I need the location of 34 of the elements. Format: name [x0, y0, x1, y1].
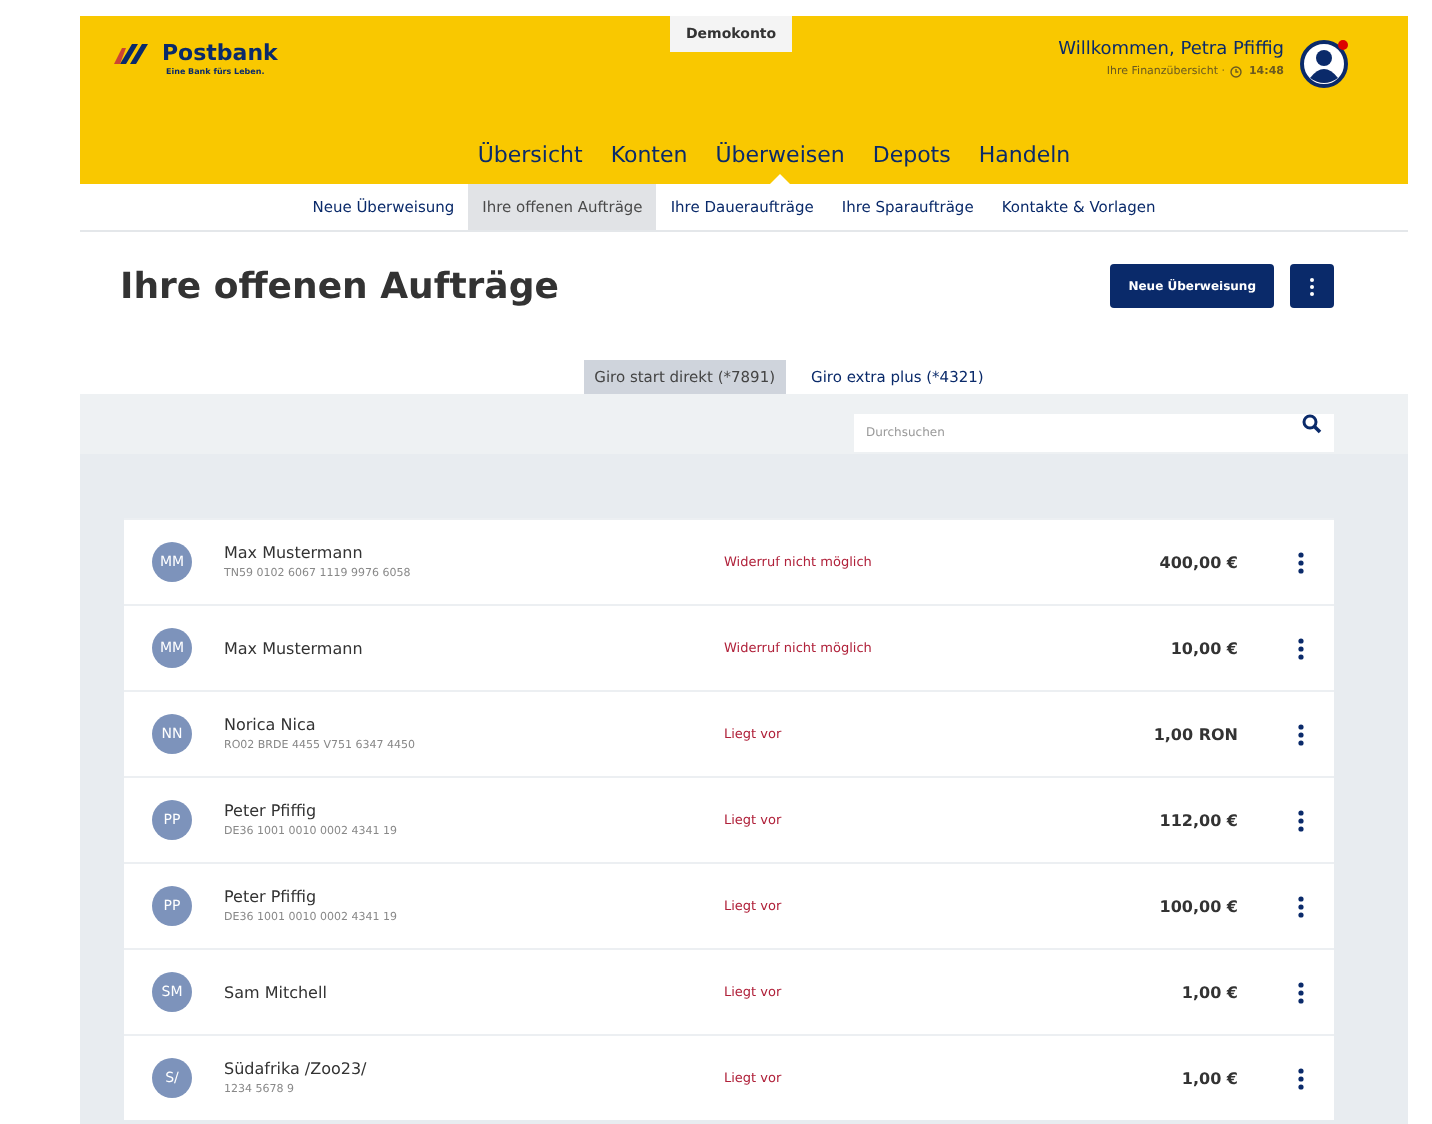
order-amount: 1,00 RON	[1151, 725, 1238, 743]
user-avatar-icon[interactable]	[1300, 40, 1348, 88]
main-nav-item[interactable]: Übersicht	[477, 142, 583, 184]
main-nav-item[interactable]: Überweisen	[715, 142, 845, 184]
recipient-name: Max Mustermann	[224, 544, 365, 562]
clock-icon	[1230, 66, 1243, 78]
search-icon[interactable]	[1302, 414, 1322, 434]
more-icon[interactable]	[1298, 981, 1304, 1003]
more-button[interactable]	[1290, 264, 1334, 308]
order-amount: 100,00 €	[1157, 897, 1238, 915]
recipient-name: Max Mustermann	[224, 639, 365, 657]
order-amount: 1,00 €	[1179, 983, 1238, 1001]
order-amount: 1,00 €	[1179, 1069, 1238, 1087]
main-nav-item[interactable]: Konten	[610, 142, 688, 184]
more-icon[interactable]	[1298, 809, 1304, 831]
more-icon[interactable]	[1298, 1067, 1304, 1089]
order-amount: 112,00 €	[1157, 811, 1238, 829]
recipient-name: Sam Mitchell	[224, 983, 329, 1001]
logo-icon	[114, 42, 154, 64]
more-icon[interactable]	[1298, 551, 1304, 573]
welcome-text: Willkommen, Petra Pfiffig	[1058, 40, 1284, 60]
main-nav-item[interactable]: Depots	[872, 142, 951, 184]
logo-text: Postbank	[162, 40, 278, 66]
more-icon[interactable]	[1298, 895, 1304, 917]
more-icon[interactable]	[1298, 637, 1304, 659]
more-icon[interactable]	[1298, 723, 1304, 745]
order-amount: 10,00 €	[1168, 639, 1238, 657]
recipient-name: Peter Pfiffig	[224, 802, 319, 820]
recipient-name: Norica Nica	[224, 716, 318, 734]
recipient-name: Peter Pfiffig	[224, 888, 319, 906]
main-nav-item[interactable]: Handeln	[978, 142, 1071, 184]
order-amount: 400,00 €	[1157, 553, 1238, 571]
page-title: Ihre offenen Aufträge	[120, 265, 559, 307]
recipient-name: Südafrika /Zoo23/	[224, 1060, 369, 1078]
